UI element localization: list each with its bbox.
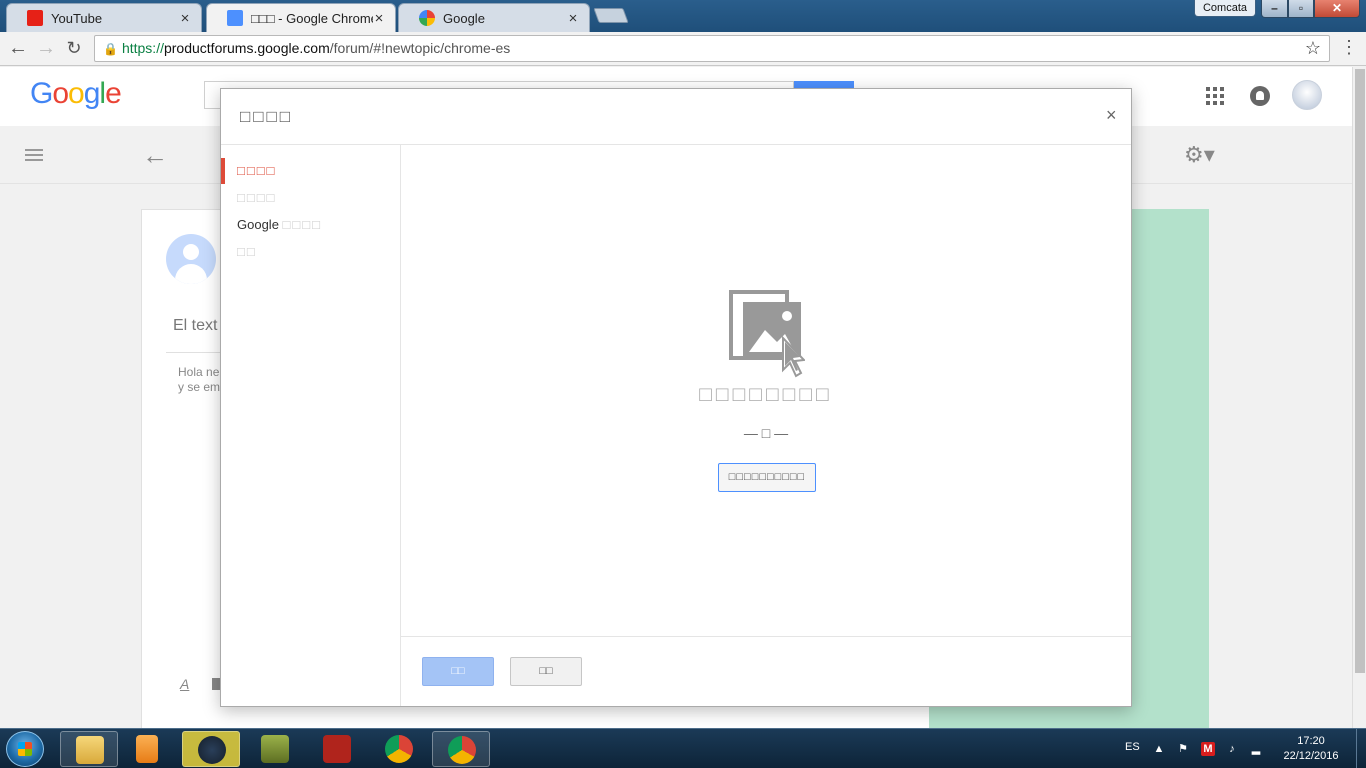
url-path: /forum/#!newtopic/chrome-es	[329, 40, 511, 56]
cancel-button[interactable]: □□	[510, 657, 582, 686]
insert-image-dialog: □□□□ × □□□□ □□□□ Google □□□□ □□ □□□□□□□□…	[220, 88, 1132, 707]
page-scrollbar[interactable]	[1352, 67, 1366, 728]
drop-files-heading: □□□□□□□□	[699, 383, 833, 406]
chrome-user-icon	[448, 736, 476, 764]
taskbar-chrome-user[interactable]	[432, 731, 490, 767]
image-upload-icon	[729, 290, 805, 378]
tab-product-forums[interactable]: □□□ - Google Chrome - □ ×	[206, 3, 396, 32]
tab-google[interactable]: Google ×	[398, 3, 590, 32]
apps-grid-icon[interactable]	[1206, 87, 1224, 105]
settings-gear-icon[interactable]: ⚙▾	[1184, 142, 1215, 168]
bookmark-star-icon[interactable]: ☆	[1305, 36, 1321, 61]
dialog-title: □□□□	[240, 107, 294, 126]
body-line: y se em	[178, 380, 221, 394]
tab-title: □□□ - Google Chrome - □	[251, 10, 373, 26]
sidebar-item-sublabel: □□□□	[282, 217, 322, 232]
google-g-icon	[419, 10, 435, 26]
tab-youtube[interactable]: YouTube ×	[6, 3, 202, 32]
file-explorer-icon	[76, 736, 104, 764]
minimize-button[interactable]: –	[1261, 0, 1288, 18]
account-avatar[interactable]	[1292, 80, 1322, 110]
show-hidden-icons-icon[interactable]: ▲	[1152, 742, 1166, 756]
topic-body-field[interactable]: Hola ne y se em	[178, 365, 220, 395]
taskbar-steam[interactable]	[182, 731, 240, 767]
reload-icon[interactable]: ↻	[62, 37, 86, 61]
sidebar-item-label: □□□□	[237, 163, 277, 178]
sidebar-item-label: □□	[237, 244, 257, 259]
sidebar-item-label: □□□□	[237, 190, 277, 205]
windows-taskbar: ES ▲ ⚑ M ♪ ▂ 17:20 22/12/2016	[0, 728, 1366, 768]
steam-icon	[198, 736, 226, 764]
language-indicator[interactable]: ES	[1125, 741, 1140, 753]
text-format-icon[interactable]: A	[180, 676, 189, 692]
system-clock[interactable]: 17:20 22/12/2016	[1274, 734, 1348, 764]
maximize-button[interactable]: ▫	[1288, 0, 1314, 18]
sidebar-item-url[interactable]: □□	[221, 239, 400, 265]
start-button[interactable]	[6, 731, 44, 767]
sidebar-item-photos[interactable]: □□□□	[221, 185, 400, 211]
clock-date: 22/12/2016	[1283, 750, 1339, 762]
taskbar-dota2[interactable]	[308, 731, 366, 767]
tab-title: Google	[443, 10, 485, 26]
topic-title-field[interactable]: El text	[173, 317, 217, 335]
taskbar-chrome[interactable]	[370, 731, 428, 767]
address-bar[interactable]: 🔒 https://productforums.google.com/forum/…	[94, 35, 1330, 62]
upload-dropzone[interactable]: □□□□□□□□ — □ — □□□□□□□□□□	[401, 145, 1131, 636]
browser-toolbar: ← → ↻ 🔒 https://productforums.google.com/…	[0, 32, 1366, 66]
back-icon[interactable]: ←	[6, 37, 30, 61]
forward-icon[interactable]: →	[34, 37, 58, 61]
dialog-footer: □□ □□	[401, 636, 1131, 706]
taskbar-file-explorer[interactable]	[60, 731, 118, 767]
scrollbar-thumb[interactable]	[1355, 69, 1365, 673]
url-host: productforums.google.com	[163, 40, 330, 56]
volume-icon[interactable]: ♪	[1225, 742, 1239, 756]
confirm-button[interactable]: □□	[422, 657, 494, 686]
hamburger-menu-icon[interactable]	[25, 149, 43, 161]
url-protocol: https://	[121, 40, 164, 56]
lock-icon: 🔒	[103, 42, 118, 56]
close-tab-icon[interactable]: ×	[567, 10, 579, 27]
dialog-sidebar: □□□□ □□□□ Google □□□□ □□	[221, 145, 401, 706]
action-center-icon[interactable]: ⚑	[1176, 742, 1190, 756]
close-tab-icon[interactable]: ×	[373, 10, 385, 27]
new-tab-button[interactable]	[593, 8, 629, 23]
taskbar-media-player[interactable]	[120, 731, 178, 767]
game-icon	[261, 735, 289, 763]
google-logo[interactable]: Google	[30, 77, 122, 111]
close-tab-icon[interactable]: ×	[179, 10, 191, 27]
avatar	[166, 234, 216, 284]
chrome-menu-icon[interactable]: ⋮	[1340, 37, 1358, 58]
taskbar-game[interactable]	[246, 731, 304, 767]
sidebar-item-label: Google	[237, 217, 279, 232]
network-signal-icon[interactable]: ▂	[1249, 742, 1263, 756]
mcafee-icon[interactable]: M	[1201, 742, 1215, 756]
close-icon[interactable]: ×	[1106, 106, 1117, 124]
tab-title: YouTube	[51, 10, 103, 26]
body-line: Hola ne	[178, 365, 220, 379]
tab-strip: YouTube × □□□ - Google Chrome - □ × Goog…	[0, 0, 1366, 32]
chrome-icon	[385, 735, 413, 763]
dota2-icon	[323, 735, 351, 763]
youtube-icon	[27, 10, 43, 26]
clock-time: 17:20	[1297, 735, 1325, 747]
product-forums-icon	[227, 10, 243, 26]
notifications-icon[interactable]	[1250, 86, 1270, 106]
show-desktop-button[interactable]	[1356, 729, 1366, 768]
back-arrow-icon[interactable]: ←	[142, 140, 168, 171]
media-player-icon	[136, 735, 158, 763]
sidebar-item-google-search[interactable]: Google □□□□	[221, 212, 400, 238]
close-window-button[interactable]: ✕	[1314, 0, 1360, 18]
profile-chip[interactable]: Comcata	[1194, 0, 1256, 17]
sidebar-item-upload[interactable]: □□□□	[221, 158, 400, 184]
dialog-header: □□□□ ×	[221, 89, 1131, 145]
select-from-computer-button[interactable]: □□□□□□□□□□	[718, 463, 816, 492]
or-divider: — □ —	[743, 425, 789, 441]
